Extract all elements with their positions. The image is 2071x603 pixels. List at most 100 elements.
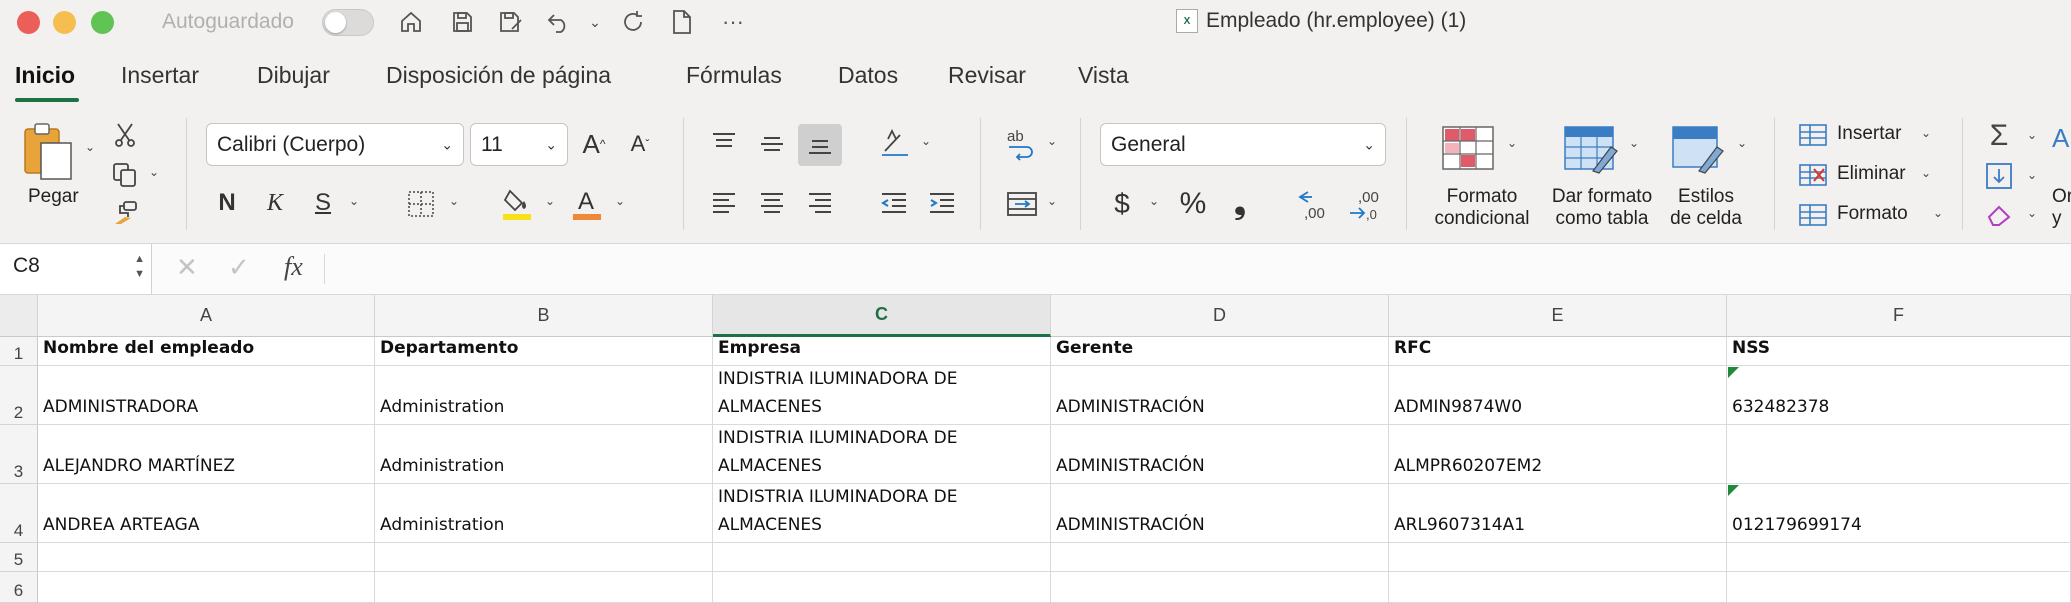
format-as-table-dropdown-chevron-icon[interactable]: ⌄ [1626,136,1642,150]
align-top-icon[interactable] [708,126,740,158]
underline-button[interactable]: S [308,186,338,220]
tab-disposicion-de-pagina[interactable]: Disposición de página [386,62,611,89]
autosum-dropdown-chevron-icon[interactable]: ⌄ [2024,128,2040,142]
cell-b4[interactable]: Administration [375,484,713,543]
cut-icon[interactable] [110,120,140,150]
name-box[interactable]: C8 ▲ ▼ [0,244,152,294]
undo-icon[interactable] [545,8,575,36]
cell-b3[interactable]: Administration [375,425,713,484]
cell-a3[interactable]: ALEJANDRO MARTÍNEZ [38,425,375,484]
orientation-icon[interactable] [878,126,912,160]
font-name-select[interactable]: Calibri (Cuerpo) ⌄ [206,123,464,166]
header-cell-e1[interactable]: RFC [1389,337,1727,366]
increase-decimal-icon[interactable]: ,00 [1294,186,1334,224]
autosum-icon[interactable]: Σ [1984,118,2014,154]
fill-color-icon[interactable] [500,186,534,222]
empty-cell[interactable] [1051,572,1389,603]
row-header-1[interactable]: 1 [0,337,38,366]
merge-cells-icon[interactable] [1002,186,1042,222]
empty-cell[interactable] [38,543,375,572]
tab-dibujar[interactable]: Dibujar [257,62,330,89]
thousands-separator-button[interactable]: ❟ [1226,186,1254,222]
empty-cell[interactable] [1727,572,2071,603]
cell-c2[interactable]: INDISTRIA ILUMINADORA DE ALMACENES [713,366,1051,425]
align-left-icon[interactable] [708,187,740,219]
tab-insertar[interactable]: Insertar [121,62,199,89]
cell-f2[interactable]: 632482378 [1727,366,2071,425]
wrap-text-dropdown-chevron-icon[interactable]: ⌄ [1044,134,1060,148]
clear-icon[interactable] [1984,200,2014,230]
paste-icon[interactable] [18,120,80,182]
decrease-font-size-icon[interactable]: Aˇ [624,127,656,161]
delete-cells-dropdown-chevron-icon[interactable]: ⌄ [1918,166,1934,180]
underline-dropdown-chevron-icon[interactable]: ⌄ [346,194,362,208]
row-header-4[interactable]: 4 [0,484,38,543]
undo-dropdown-chevron-icon[interactable]: ⌄ [580,8,610,36]
tab-formulas[interactable]: Fórmulas [686,62,782,89]
cell-styles-icon[interactable] [1670,124,1730,176]
name-box-stepper-icon[interactable]: ▲ ▼ [134,252,145,282]
delete-cells-icon[interactable] [1796,160,1830,190]
wrap-text-icon[interactable]: ab [1002,124,1042,164]
align-middle-icon[interactable] [756,126,788,162]
orientation-dropdown-chevron-icon[interactable]: ⌄ [918,134,934,148]
header-cell-d1[interactable]: Gerente [1051,337,1389,366]
empty-cell[interactable] [1389,572,1727,603]
autosave-toggle[interactable] [322,9,374,36]
align-center-icon[interactable] [756,187,788,219]
tab-inicio[interactable]: Inicio [15,62,75,89]
empty-cell[interactable] [1051,543,1389,572]
currency-format-button[interactable]: $ [1108,186,1136,222]
cell-d2[interactable]: ADMINISTRACIÓN [1051,366,1389,425]
close-window-button[interactable] [17,11,40,34]
empty-cell[interactable] [375,543,713,572]
column-header-b[interactable]: B [375,295,713,337]
copy-icon[interactable] [108,160,142,190]
font-size-select[interactable]: 11 ⌄ [470,123,568,166]
copy-dropdown-chevron-icon[interactable]: ⌄ [146,165,162,179]
save-as-icon[interactable] [496,8,526,36]
clear-dropdown-chevron-icon[interactable]: ⌄ [2024,206,2040,220]
format-as-table-icon[interactable] [1562,124,1622,176]
cell-e3[interactable]: ALMPR60207EM2 [1389,425,1727,484]
font-color-dropdown-chevron-icon[interactable]: ⌄ [612,194,628,208]
format-painter-icon[interactable] [110,198,140,228]
conditional-format-icon[interactable] [1440,124,1496,172]
tab-vista[interactable]: Vista [1078,62,1129,89]
cell-c3[interactable]: INDISTRIA ILUMINADORA DE ALMACENES [713,425,1051,484]
percent-format-button[interactable]: % [1176,186,1210,222]
cell-d3[interactable]: ADMINISTRACIÓN [1051,425,1389,484]
cancel-formula-icon[interactable]: ✕ [176,252,198,283]
tab-datos[interactable]: Datos [838,62,898,89]
empty-cell[interactable] [713,572,1051,603]
tab-revisar[interactable]: Revisar [948,62,1026,89]
align-bottom-icon[interactable] [798,124,842,166]
zoom-window-button[interactable] [91,11,114,34]
confirm-formula-icon[interactable]: ✓ [228,252,250,283]
format-cells-icon[interactable] [1796,200,1830,230]
merge-cells-dropdown-chevron-icon[interactable]: ⌄ [1044,194,1060,208]
empty-cell[interactable] [1389,543,1727,572]
cell-d4[interactable]: ADMINISTRACIÓN [1051,484,1389,543]
save-icon[interactable] [447,8,477,36]
cell-f4[interactable]: 012179699174 [1727,484,2071,543]
fill-dropdown-chevron-icon[interactable]: ⌄ [2024,168,2040,182]
empty-cell[interactable] [38,572,375,603]
cell-e2[interactable]: ADMIN9874W0 [1389,366,1727,425]
empty-cell[interactable] [375,572,713,603]
cell-a4[interactable]: ANDREA ARTEAGA [38,484,375,543]
minimize-window-button[interactable] [53,11,76,34]
header-cell-f1[interactable]: NSS [1727,337,2071,366]
sort-filter-label-1[interactable]: Or [2052,186,2071,208]
cell-a2[interactable]: ADMINISTRADORA [38,366,375,425]
insert-cells-dropdown-chevron-icon[interactable]: ⌄ [1918,126,1934,140]
header-cell-a1[interactable]: Nombre del empleado [38,337,375,366]
row-header-3[interactable]: 3 [0,425,38,484]
cell-c4[interactable]: INDISTRIA ILUMINADORA DE ALMACENES [713,484,1051,543]
format-cells-dropdown-chevron-icon[interactable]: ⌄ [1930,206,1946,220]
currency-dropdown-chevron-icon[interactable]: ⌄ [1146,194,1162,208]
increase-font-size-icon[interactable]: A ^ [578,127,610,161]
column-header-d[interactable]: D [1051,295,1389,337]
new-file-icon[interactable] [667,8,697,36]
number-format-select[interactable]: General ⌄ [1100,123,1386,166]
